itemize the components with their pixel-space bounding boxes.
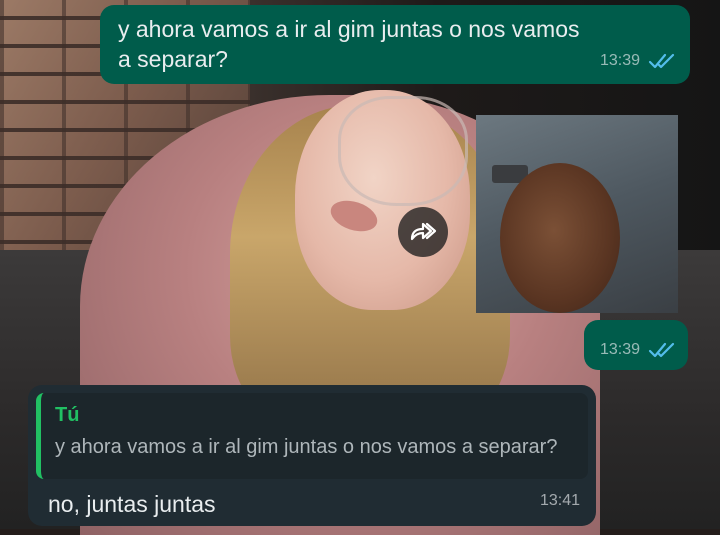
- outgoing-image-meta-bubble[interactable]: 13:39: [584, 320, 688, 370]
- baby-face-shape: [500, 163, 620, 313]
- quoted-author: Tú: [55, 404, 80, 426]
- message-meta: 13:39: [600, 46, 676, 76]
- double-check-icon: [648, 52, 676, 70]
- message-meta: 13:41: [540, 486, 580, 516]
- message-time: 13:41: [539, 492, 580, 509]
- double-check-icon: [648, 341, 676, 359]
- quoted-text: y ahora vamos a ir al gim juntas o nos v…: [55, 436, 558, 458]
- incoming-message-bubble[interactable]: Tú y ahora vamos a ir al gim juntas o no…: [28, 385, 596, 526]
- message-meta: 13:39: [600, 335, 676, 365]
- outgoing-message-bubble[interactable]: y ahora vamos a ir al gim juntas o nos v…: [100, 5, 690, 84]
- quoted-message[interactable]: Tú y ahora vamos a ir al gim juntas o no…: [36, 393, 588, 479]
- forward-button[interactable]: [398, 207, 448, 257]
- forward-icon: [408, 221, 438, 243]
- message-time: 13:39: [599, 52, 640, 69]
- message-text: y ahora vamos a ir al gim juntas o nos v…: [118, 16, 580, 72]
- glasses-shape: [338, 96, 468, 206]
- message-text: no, juntas juntas: [48, 491, 216, 517]
- inset-baby-photo[interactable]: [476, 115, 678, 313]
- message-time: 13:39: [599, 341, 640, 358]
